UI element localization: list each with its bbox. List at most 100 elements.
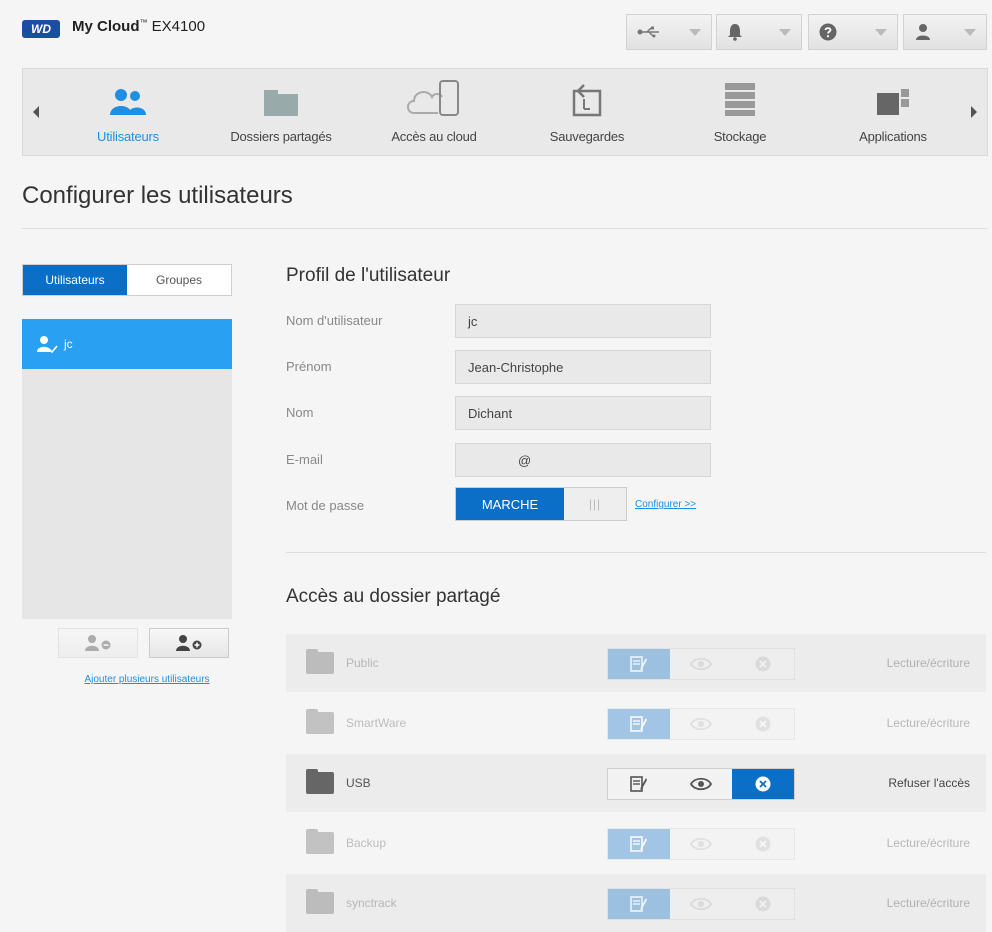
lastname-field[interactable]: Dichant <box>455 396 711 430</box>
user-group-tabs: Utilisateurs Groupes <box>22 264 232 296</box>
read-only-button[interactable] <box>670 709 732 739</box>
nav-label: Sauvegardes <box>549 129 625 144</box>
shares-title: Accès au dossier partagé <box>286 586 501 607</box>
read-only-button[interactable] <box>670 889 732 919</box>
deny-access-button[interactable] <box>732 649 794 679</box>
apps-icon <box>877 89 909 115</box>
chevron-down-icon <box>875 28 887 36</box>
share-name: Public <box>346 656 379 670</box>
edit-icon <box>630 896 647 912</box>
deny-access-button[interactable] <box>732 889 794 919</box>
trademark: ™ <box>139 18 148 27</box>
edit-icon <box>630 716 647 732</box>
read-write-button[interactable] <box>608 889 670 919</box>
device-model: EX4100 <box>151 18 206 35</box>
folder-icon <box>306 889 334 914</box>
password-toggle[interactable]: MARCHE ||| <box>455 487 627 521</box>
deny-access-button[interactable] <box>732 709 794 739</box>
add-user-icon <box>176 635 202 651</box>
nav-label: Applications <box>859 129 927 144</box>
username-field[interactable]: jc <box>455 304 711 338</box>
add-multiple-users-link[interactable]: Ajouter plusieurs utilisateurs <box>40 674 254 685</box>
username-label: Nom d'utilisateur <box>286 313 383 328</box>
nav-item-stockage[interactable]: Stockage <box>665 69 815 155</box>
divider <box>286 552 986 553</box>
toggle-on-label: MARCHE <box>456 488 564 520</box>
user-icon <box>37 336 58 353</box>
eye-icon <box>690 717 712 731</box>
app-name: My Cloud <box>72 18 140 35</box>
user-list-item[interactable]: jc <box>22 319 232 369</box>
nav-item-utilisateurs[interactable]: Utilisateurs <box>53 69 203 155</box>
nav-item-applications[interactable]: Applications <box>818 69 968 155</box>
share-row: Public Lecture/écriture <box>286 634 986 692</box>
page-title: Configurer les utilisateurs <box>22 182 293 209</box>
email-field[interactable]: @ <box>455 443 711 477</box>
nav-item-dossiers-partages[interactable]: Dossiers partagés <box>206 69 356 155</box>
folder-icon <box>306 769 334 794</box>
add-user-button[interactable] <box>149 628 229 658</box>
wd-logo: WD <box>22 20 60 38</box>
eye-icon <box>690 657 712 671</box>
deny-access-button[interactable] <box>732 829 794 859</box>
nav-item-sauvegardes[interactable]: Sauvegardes <box>512 69 662 155</box>
nav-label: Stockage <box>713 129 767 144</box>
nav-item-acces-cloud[interactable]: Accès au cloud <box>359 69 509 155</box>
user-icon <box>916 24 930 40</box>
cloud-icon <box>407 80 459 116</box>
notifications-button[interactable] <box>716 14 802 50</box>
eye-icon <box>690 777 712 791</box>
deny-icon <box>755 776 771 792</box>
firstname-label: Prénom <box>286 359 332 374</box>
permission-control <box>607 768 795 800</box>
access-status: Lecture/écriture <box>886 656 970 670</box>
read-write-button[interactable] <box>608 709 670 739</box>
share-row: Backup Lecture/écriture <box>286 814 986 872</box>
nav-next-button[interactable] <box>961 69 987 155</box>
deny-access-button[interactable] <box>732 769 794 799</box>
share-name: synctrack <box>346 896 397 910</box>
nav-prev-button[interactable] <box>23 69 49 155</box>
read-write-button[interactable] <box>608 769 670 799</box>
edit-icon <box>630 836 647 852</box>
help-icon <box>819 23 837 41</box>
permission-control <box>607 828 795 860</box>
usb-icon <box>637 26 659 38</box>
access-status: Refuser l'accès <box>888 776 970 790</box>
share-name: Backup <box>346 836 387 850</box>
share-row: SmartWare Lecture/écriture <box>286 694 986 752</box>
configure-password-link[interactable]: Configurer >> <box>635 499 696 510</box>
remove-user-button[interactable] <box>58 628 138 658</box>
edit-icon <box>630 776 647 792</box>
read-write-button[interactable] <box>608 829 670 859</box>
tab-utilisateurs[interactable]: Utilisateurs <box>23 265 127 295</box>
tab-groupes[interactable]: Groupes <box>127 265 231 295</box>
remove-user-icon <box>85 635 111 651</box>
read-only-button[interactable] <box>670 769 732 799</box>
email-value: @ <box>518 452 532 468</box>
read-only-button[interactable] <box>670 649 732 679</box>
permission-control <box>607 888 795 920</box>
share-row: USB Refuser l'accès <box>286 754 986 812</box>
permission-control <box>607 708 795 740</box>
usb-menu-button[interactable] <box>626 14 712 50</box>
chevron-down-icon <box>689 28 701 36</box>
main-nav: Utilisateurs Dossiers partagés Accès au … <box>22 68 988 156</box>
nav-label: Accès au cloud <box>391 129 477 144</box>
bell-icon <box>728 24 742 41</box>
access-status: Lecture/écriture <box>886 836 970 850</box>
folder-icon <box>306 649 334 674</box>
deny-icon <box>755 836 771 852</box>
chevron-left-icon <box>33 106 39 118</box>
firstname-field[interactable]: Jean-Christophe <box>455 350 711 384</box>
read-write-button[interactable] <box>608 649 670 679</box>
share-row: synctrack Lecture/écriture <box>286 874 986 932</box>
account-button[interactable] <box>903 14 987 50</box>
toggle-grip: ||| <box>588 497 602 511</box>
users-icon <box>110 89 146 115</box>
folder-icon <box>306 829 334 854</box>
user-name: jc <box>64 337 73 351</box>
read-only-button[interactable] <box>670 829 732 859</box>
chevron-right-icon <box>971 106 977 118</box>
help-button[interactable] <box>808 14 898 50</box>
